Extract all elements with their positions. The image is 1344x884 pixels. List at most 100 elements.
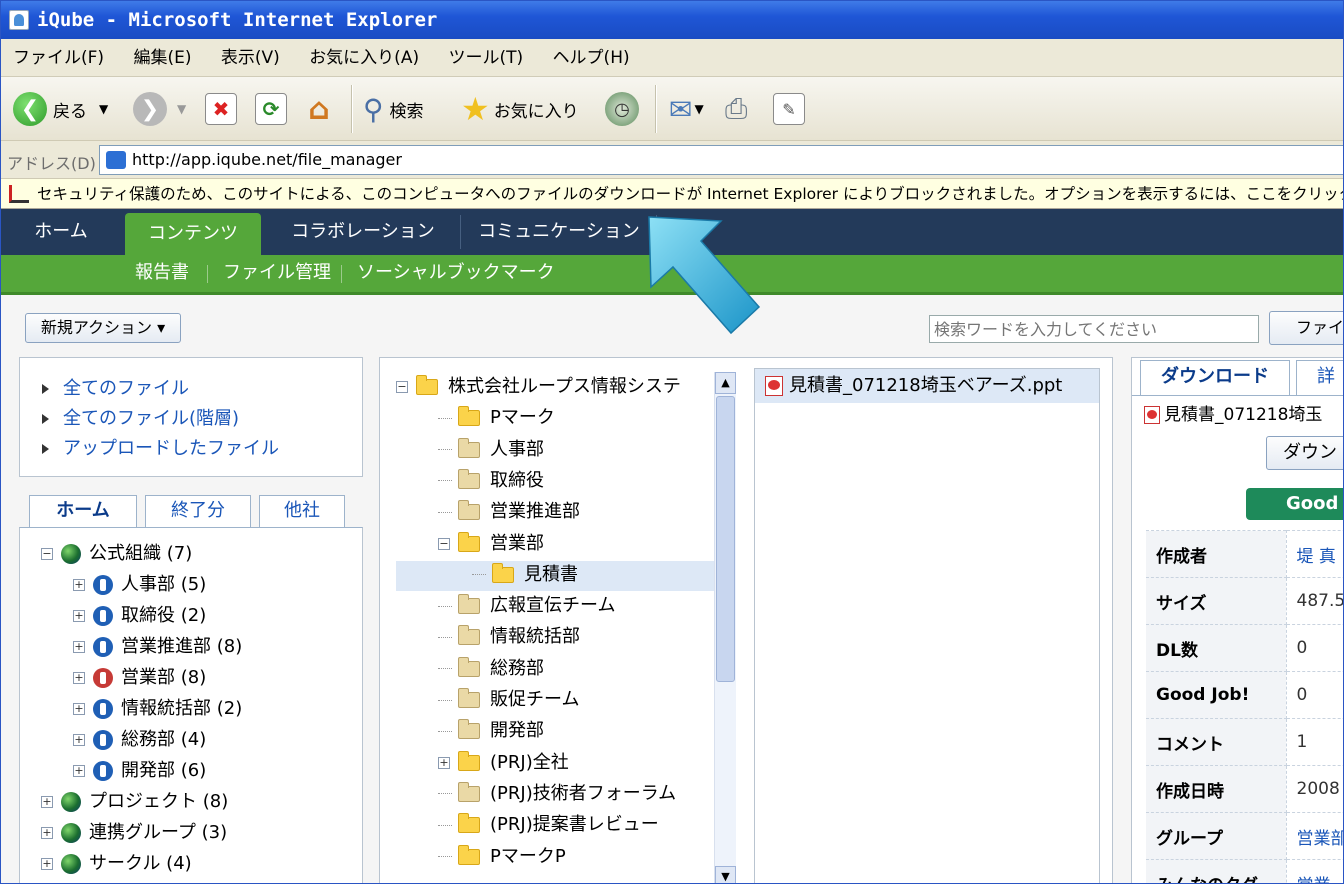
expand-icon[interactable]: + (41, 858, 53, 870)
collapse-icon[interactable]: − (438, 537, 450, 550)
folder-tree-item[interactable]: (PRJ)提案書レビュー (438, 810, 659, 840)
menu-tools[interactable]: ツール(T) (449, 48, 524, 68)
folder-tree-item[interactable]: 販促チーム (438, 685, 579, 715)
infobar-text: セキュリティ保護のため、このサイトによる、このコンピュータへのファイルのダウンロ… (37, 185, 1344, 203)
folder-tree-item[interactable]: (PRJ)技術者フォーラム (438, 779, 676, 809)
org-tree-item[interactable]: + サークル (4) (41, 849, 192, 879)
new-action-button[interactable]: 新規アクション ▾ (25, 313, 181, 343)
main-content: 新規アクション ▾ ファイ 全てのファイル 全てのファイル(階層) アップロード… (1, 216, 1343, 883)
expand-icon[interactable]: + (73, 734, 85, 746)
tab-home-orgs[interactable]: ホーム (29, 495, 137, 527)
organization-icon (93, 575, 113, 595)
folder-tree-item[interactable]: 営業推進部 (438, 497, 580, 527)
expand-icon[interactable]: + (41, 827, 53, 839)
download-button[interactable]: ダウン (1266, 436, 1343, 470)
back-button[interactable]: ❮ 戻る ▼ (13, 89, 108, 129)
dropdown-arrow-icon[interactable]: ▼ (694, 102, 703, 116)
file-button[interactable]: ファイ (1269, 311, 1343, 345)
expand-icon[interactable]: + (73, 610, 85, 622)
org-tree-item[interactable]: + 人事部 (5) (73, 570, 206, 600)
collapse-icon[interactable]: − (396, 381, 408, 393)
folder-tree-item[interactable]: Pマーク (438, 403, 555, 433)
folder-tree-item[interactable]: − 営業部 (438, 529, 544, 559)
scroll-thumb[interactable] (716, 396, 735, 682)
stop-button[interactable]: ✖ (205, 89, 237, 129)
expand-icon[interactable]: + (73, 765, 85, 777)
tab-download[interactable]: ダウンロード (1140, 360, 1290, 396)
expand-icon[interactable]: + (73, 579, 85, 591)
refresh-icon: ⟳ (255, 93, 287, 125)
tab-detail[interactable]: 詳 (1296, 360, 1343, 396)
tab-contents[interactable]: コンテンツ (125, 213, 261, 255)
folder-tree-item[interactable]: 取締役 (438, 466, 544, 496)
favorites-button[interactable]: ★ お気に入り (461, 89, 579, 129)
folder-tree-item[interactable]: 人事部 (438, 435, 544, 465)
folder-tree-scrollbar[interactable]: ▲ ▼ (714, 372, 736, 883)
org-tree-item[interactable]: − 公式組織 (7) (41, 539, 192, 569)
download-blocked-icon (9, 185, 29, 203)
expand-icon[interactable]: + (73, 672, 85, 684)
detail-value[interactable]: 堤 真 (1286, 530, 1343, 578)
detail-value[interactable]: 営業部 (1286, 812, 1343, 860)
print-button[interactable]: ⎙ (725, 89, 747, 129)
org-tree-item[interactable]: + 連携グループ (3) (41, 818, 227, 848)
detail-value[interactable]: 営業 (1286, 859, 1343, 883)
expand-icon[interactable]: + (73, 641, 85, 653)
org-tree-item[interactable]: + 情報統括部 (2) (73, 694, 242, 724)
menu-favorites[interactable]: お気に入り(A) (309, 48, 419, 68)
org-tree-item[interactable]: + 総務部 (4) (73, 725, 206, 755)
folder-tree-item[interactable]: 総務部 (438, 654, 544, 684)
tab-home[interactable]: ホーム (1, 209, 121, 255)
folder-tree-item[interactable]: 広報宣伝チーム (438, 591, 615, 621)
search-input[interactable] (929, 315, 1259, 343)
refresh-button[interactable]: ⟳ (255, 89, 287, 129)
mail-button[interactable]: ✉ ▼ (669, 89, 704, 129)
subnav-file-management[interactable]: ファイル管理 (223, 255, 331, 291)
menu-view[interactable]: 表示(V) (221, 48, 280, 68)
org-tree-item[interactable]: + プロジェクト (8) (41, 787, 228, 817)
forward-button[interactable]: ❯ ▼ (133, 89, 186, 129)
collapse-icon[interactable]: − (41, 548, 53, 560)
information-bar[interactable]: セキュリティ保護のため、このサイトによる、このコンピュータへのファイルのダウンロ… (1, 179, 1344, 209)
file-row[interactable]: 見積書_071218埼玉ベアーズ.ppt (755, 369, 1099, 403)
folder-tree-item[interactable]: + (PRJ)全社 (438, 748, 569, 778)
menu-file[interactable]: ファイル(F) (13, 48, 104, 68)
menu-edit[interactable]: 編集(E) (133, 48, 191, 68)
address-input[interactable]: http://app.iqube.net/file_manager (99, 145, 1343, 175)
folder-tree-item[interactable]: 見積書 (472, 560, 578, 590)
folder-tree-item[interactable]: PマークP (438, 842, 566, 872)
subnav-reports[interactable]: 報告書 (135, 255, 189, 291)
org-tree-item[interactable]: + 取締役 (2) (73, 601, 206, 631)
tab-communication[interactable]: コミュニケーション (461, 209, 657, 255)
history-button[interactable]: ◷ (605, 89, 639, 129)
tab-collaboration[interactable]: コラボレーション (265, 209, 461, 255)
link-all-files[interactable]: 全てのファイル (42, 374, 189, 400)
home-button[interactable]: ⌂ (303, 89, 335, 129)
org-tree-item[interactable]: + 開発部 (6) (73, 756, 206, 786)
tree-connector (438, 824, 452, 826)
link-uploaded-files[interactable]: アップロードしたファイル (42, 434, 279, 460)
expand-icon[interactable]: + (438, 756, 450, 769)
org-tree-item[interactable]: + 営業部 (8) (73, 663, 206, 693)
dropdown-arrow-icon[interactable]: ▼ (177, 102, 186, 116)
folder-tree-item[interactable]: 情報統括部 (438, 622, 580, 652)
org-tree-item[interactable]: + 営業推進部 (8) (73, 632, 242, 662)
folder-tree-item[interactable]: − 株式会社ループス情報システ (396, 372, 681, 402)
folder-tree-item[interactable]: 開発部 (438, 716, 544, 746)
good-job-button[interactable]: Good (1246, 488, 1343, 520)
dropdown-arrow-icon[interactable]: ▼ (99, 102, 108, 116)
subnav-social-bookmark[interactable]: ソーシャルブックマーク (357, 255, 555, 291)
edit-button[interactable]: ✎ (773, 89, 805, 129)
folder-icon (458, 844, 480, 865)
scroll-up-icon[interactable]: ▲ (715, 372, 736, 394)
browser-window: iQube - Microsoft Internet Explorer ファイル… (0, 0, 1344, 884)
page-icon (106, 151, 126, 169)
link-all-files-hierarchy[interactable]: 全てのファイル(階層) (42, 404, 239, 430)
expand-icon[interactable]: + (73, 703, 85, 715)
scroll-down-icon[interactable]: ▼ (715, 866, 736, 883)
menu-help[interactable]: ヘルプ(H) (553, 48, 630, 68)
tab-other-companies[interactable]: 他社 (259, 495, 345, 527)
expand-icon[interactable]: + (41, 796, 53, 808)
search-button[interactable]: ⚲ 検索 (363, 89, 424, 129)
tab-finished[interactable]: 終了分 (145, 495, 251, 527)
